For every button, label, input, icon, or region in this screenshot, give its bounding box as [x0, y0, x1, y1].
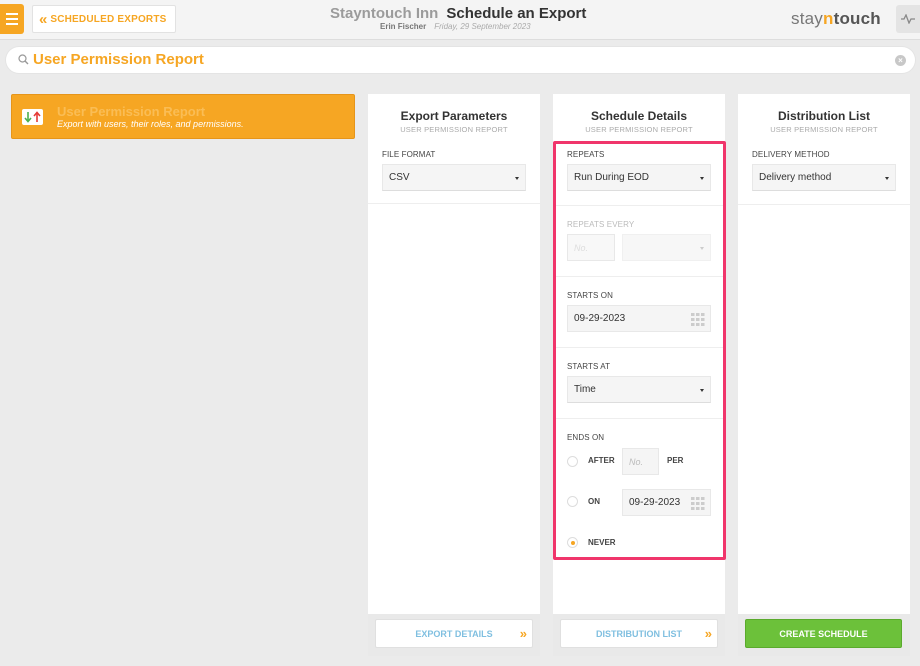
create-schedule-button[interactable]: CREATE SCHEDULE	[745, 619, 902, 648]
starts-at-section: STARTS AT Time	[553, 348, 725, 419]
ends-after-count-input[interactable]: No.	[622, 448, 659, 475]
double-chevron-left-icon: «	[39, 10, 48, 28]
user-name: Erin Fischer	[380, 22, 427, 31]
export-arrows-icon	[22, 109, 43, 125]
panel-footer: DISTRIBUTION LIST »	[553, 614, 725, 656]
ends-after-radio[interactable]	[567, 456, 578, 467]
ends-never-radio[interactable]	[567, 537, 578, 548]
after-label: AFTER	[588, 456, 615, 465]
panel-title: Export Parameters	[400, 109, 508, 123]
delivery-method-label: DELIVERY METHOD	[752, 150, 830, 159]
repeats-every-number-input[interactable]: No.	[567, 234, 615, 261]
repeats-label: REPEATS	[567, 150, 605, 159]
chevron-down-icon	[700, 177, 704, 180]
panel-subtitle: USER PERMISSION REPORT	[400, 125, 508, 134]
delivery-method-section: DELIVERY METHOD Delivery method	[738, 146, 910, 205]
back-to-scheduled-exports-button[interactable]: « SCHEDULED EXPORTS	[32, 5, 176, 33]
on-label: ON	[588, 497, 600, 506]
delivery-method-select[interactable]: Delivery method	[752, 164, 896, 191]
starts-on-date-input[interactable]: 09-29-2023	[567, 305, 711, 332]
search-icon	[18, 54, 29, 65]
panel-footer: CREATE SCHEDULE	[738, 614, 910, 656]
repeats-every-section: REPEATS EVERY No.	[553, 206, 725, 277]
file-format-section: FILE FORMAT CSV	[368, 146, 540, 204]
starts-at-select[interactable]: Time	[567, 376, 711, 403]
activity-pulse-icon[interactable]	[896, 5, 920, 33]
ends-on-section: ENDS ON AFTER No. PER ON 09-29-2023 NEVE…	[553, 419, 725, 559]
chevron-down-icon	[700, 389, 704, 392]
chevron-down-icon	[515, 177, 519, 180]
ends-on-radio[interactable]	[567, 496, 578, 507]
export-details-button[interactable]: EXPORT DETAILS »	[375, 619, 533, 648]
panel-title: Schedule Details	[590, 109, 688, 123]
chevron-down-icon	[885, 177, 889, 180]
clear-search-icon[interactable]: ×	[895, 55, 906, 66]
hotel-name: Stayntouch Inn	[330, 5, 439, 22]
search-input-value[interactable]: User Permission Report	[33, 51, 204, 68]
export-parameters-panel: Export Parameters USER PERMISSION REPORT…	[368, 94, 540, 656]
distribution-list-button[interactable]: DISTRIBUTION LIST »	[560, 619, 718, 648]
app-header: « SCHEDULED EXPORTS Stayntouch Inn Sched…	[0, 0, 920, 40]
ends-on-label: ENDS ON	[567, 433, 605, 442]
page-title: Schedule an Export	[446, 5, 587, 22]
report-search-bar[interactable]: User Permission Report ×	[6, 47, 915, 73]
per-label: PER	[667, 456, 684, 465]
report-title: User Permission Report	[57, 104, 206, 119]
calendar-icon	[691, 313, 705, 326]
panel-subtitle: USER PERMISSION REPORT	[585, 125, 693, 134]
schedule-details-panel: Schedule Details USER PERMISSION REPORT …	[553, 94, 725, 656]
back-button-label: SCHEDULED EXPORTS	[50, 13, 167, 25]
selected-report-card[interactable]: User Permission Report Export with users…	[11, 94, 355, 139]
panel-title: Distribution List	[778, 109, 870, 123]
repeats-every-unit-select[interactable]	[622, 234, 711, 261]
business-date: Friday, 29 September 2023	[434, 22, 531, 31]
double-chevron-right-icon: »	[519, 626, 527, 641]
hamburger-menu-icon[interactable]	[0, 4, 24, 34]
panel-subtitle: USER PERMISSION REPORT	[770, 125, 878, 134]
panel-footer: EXPORT DETAILS »	[368, 614, 540, 656]
starts-at-label: STARTS AT	[567, 362, 611, 371]
starts-on-label: STARTS ON	[567, 291, 613, 300]
starts-on-section: STARTS ON 09-29-2023	[553, 277, 725, 348]
repeats-select[interactable]: Run During EOD	[567, 164, 711, 191]
double-chevron-right-icon: »	[704, 626, 712, 641]
file-format-label: FILE FORMAT	[382, 150, 436, 159]
ends-on-date-input[interactable]: 09-29-2023	[622, 489, 711, 516]
repeats-every-label: REPEATS EVERY	[567, 220, 635, 229]
never-label: NEVER	[588, 538, 616, 547]
title-block: Stayntouch Inn Schedule an Export Erin F…	[330, 5, 630, 31]
chevron-down-icon	[700, 247, 704, 250]
calendar-icon	[691, 497, 705, 510]
report-description: Export with users, their roles, and perm…	[57, 119, 244, 129]
stayntouch-logo: stayntouch	[791, 9, 881, 28]
repeats-section: REPEATS Run During EOD	[553, 146, 725, 206]
file-format-select[interactable]: CSV	[382, 164, 526, 191]
distribution-list-panel: Distribution List USER PERMISSION REPORT…	[738, 94, 910, 656]
